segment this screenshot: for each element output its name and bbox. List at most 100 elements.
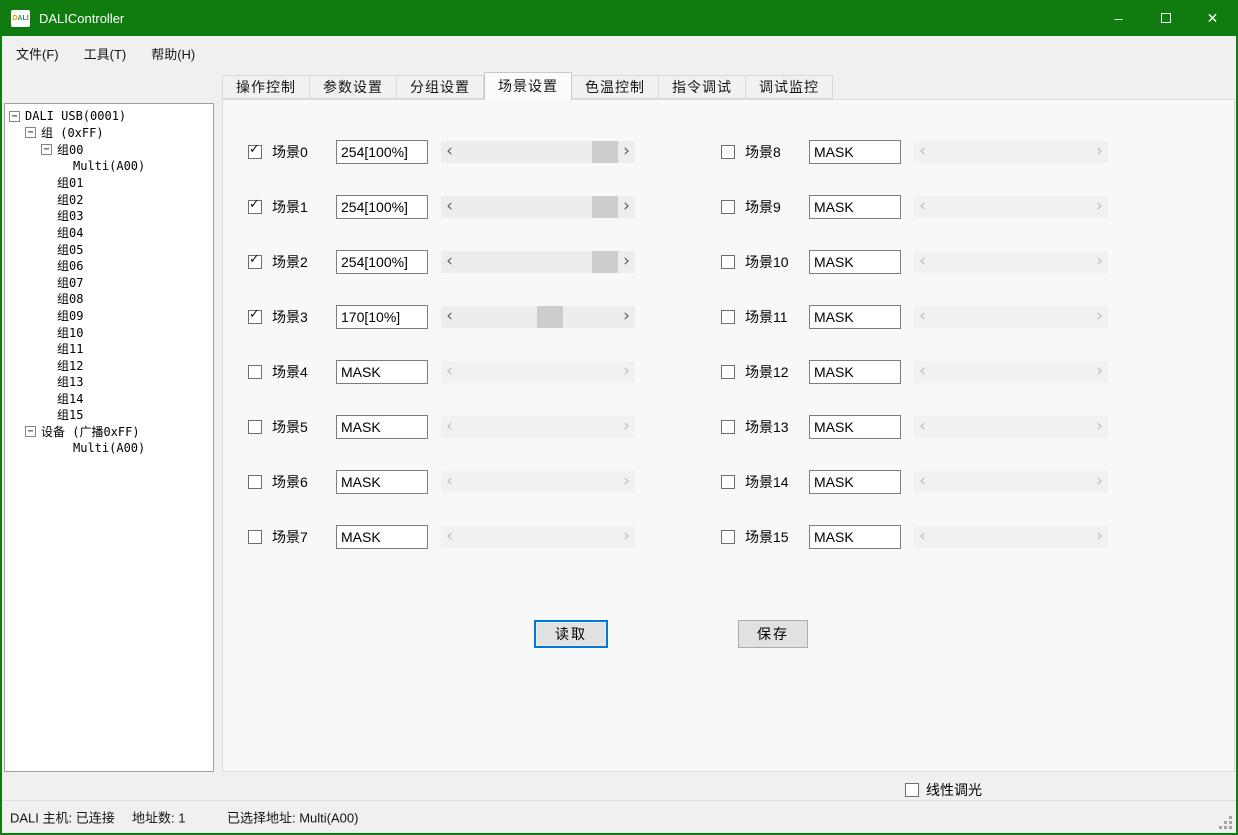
tab-6[interactable]: 指令调试 (659, 75, 746, 99)
tree-item[interactable]: 组06 (5, 257, 213, 274)
scene-checkbox[interactable] (721, 420, 735, 434)
slider-right-arrow-icon[interactable]: › (618, 141, 635, 163)
slider-left-arrow-icon[interactable]: ‹ (441, 196, 458, 218)
scene-value-input[interactable] (336, 195, 428, 219)
tree-item[interactable]: 组14 (5, 390, 213, 407)
slider-track[interactable] (931, 526, 1091, 548)
slider-right-arrow-icon[interactable]: › (618, 526, 635, 548)
slider-track[interactable] (931, 416, 1091, 438)
scene-checkbox[interactable] (721, 530, 735, 544)
tree-item[interactable]: 组01 (5, 174, 213, 191)
tree-item[interactable]: −组 (0xFF) (5, 125, 213, 142)
slider-track[interactable] (458, 196, 618, 218)
tree-collapse-icon[interactable]: − (41, 144, 52, 155)
scene-checkbox[interactable] (721, 475, 735, 489)
tree-item[interactable]: 组02 (5, 191, 213, 208)
scene-slider[interactable]: ‹› (914, 416, 1108, 438)
slider-right-arrow-icon[interactable]: › (618, 361, 635, 383)
scene-value-input[interactable] (809, 360, 901, 384)
tree-item[interactable]: Multi(A00) (5, 158, 213, 175)
slider-right-arrow-icon[interactable]: › (1091, 306, 1108, 328)
slider-right-arrow-icon[interactable]: › (1091, 526, 1108, 548)
slider-left-arrow-icon[interactable]: ‹ (914, 526, 931, 548)
menu-item[interactable]: 文件(F) (6, 39, 69, 68)
slider-left-arrow-icon[interactable]: ‹ (441, 251, 458, 273)
scene-checkbox[interactable] (248, 365, 262, 379)
slider-track[interactable] (458, 471, 618, 493)
scene-value-input[interactable] (336, 305, 428, 329)
tree-item[interactable]: 组08 (5, 291, 213, 308)
scene-checkbox[interactable] (248, 530, 262, 544)
slider-thumb[interactable] (592, 141, 618, 163)
slider-left-arrow-icon[interactable]: ‹ (441, 141, 458, 163)
slider-left-arrow-icon[interactable]: ‹ (914, 361, 931, 383)
slider-right-arrow-icon[interactable]: › (1091, 196, 1108, 218)
scene-value-input[interactable] (336, 360, 428, 384)
linear-dimming-option[interactable]: 线性调光 (905, 780, 982, 800)
tree-item[interactable]: 组11 (5, 340, 213, 357)
scene-slider[interactable]: ‹› (914, 471, 1108, 493)
menu-item[interactable]: 帮助(H) (141, 39, 205, 68)
scene-slider[interactable]: ‹› (914, 141, 1108, 163)
slider-right-arrow-icon[interactable]: › (1091, 471, 1108, 493)
slider-left-arrow-icon[interactable]: ‹ (914, 251, 931, 273)
scene-checkbox[interactable] (721, 365, 735, 379)
slider-right-arrow-icon[interactable]: › (618, 196, 635, 218)
maximize-button[interactable] (1142, 0, 1189, 36)
slider-track[interactable] (931, 471, 1091, 493)
scene-value-input[interactable] (336, 415, 428, 439)
tree-item[interactable]: Multi(A00) (5, 440, 213, 457)
tree-item[interactable]: −DALI USB(0001) (5, 108, 213, 125)
scene-checkbox[interactable]: ✓ (248, 255, 262, 269)
device-tree[interactable]: −DALI USB(0001)−组 (0xFF)−组00Multi(A00)组0… (4, 103, 214, 772)
slider-right-arrow-icon[interactable]: › (1091, 141, 1108, 163)
slider-right-arrow-icon[interactable]: › (618, 471, 635, 493)
scene-value-input[interactable] (336, 470, 428, 494)
tab-1[interactable]: 操作控制 (222, 75, 310, 99)
tree-item[interactable]: 组05 (5, 241, 213, 258)
scene-slider[interactable]: ‹› (914, 251, 1108, 273)
slider-track[interactable] (931, 361, 1091, 383)
slider-track[interactable] (458, 526, 618, 548)
slider-track[interactable] (931, 251, 1091, 273)
linear-dimming-checkbox[interactable] (905, 783, 919, 797)
scene-slider[interactable]: ‹› (441, 141, 635, 163)
tree-item[interactable]: 组13 (5, 374, 213, 391)
slider-thumb[interactable] (537, 306, 563, 328)
read-button[interactable]: 读取 (534, 620, 608, 648)
tab-7[interactable]: 调试监控 (746, 75, 833, 99)
slider-left-arrow-icon[interactable]: ‹ (914, 471, 931, 493)
save-button[interactable]: 保存 (738, 620, 808, 648)
scene-slider[interactable]: ‹› (441, 526, 635, 548)
slider-track[interactable] (458, 361, 618, 383)
scene-slider[interactable]: ‹› (441, 471, 635, 493)
tree-item[interactable]: 组07 (5, 274, 213, 291)
scene-slider[interactable]: ‹› (441, 416, 635, 438)
slider-right-arrow-icon[interactable]: › (618, 416, 635, 438)
slider-track[interactable] (458, 416, 618, 438)
scene-value-input[interactable] (336, 525, 428, 549)
slider-left-arrow-icon[interactable]: ‹ (914, 416, 931, 438)
scene-checkbox[interactable]: ✓ (248, 145, 262, 159)
tree-item[interactable]: 组04 (5, 224, 213, 241)
slider-left-arrow-icon[interactable]: ‹ (441, 361, 458, 383)
slider-left-arrow-icon[interactable]: ‹ (441, 306, 458, 328)
scene-checkbox[interactable] (248, 475, 262, 489)
scene-value-input[interactable] (809, 140, 901, 164)
slider-track[interactable] (458, 141, 618, 163)
scene-slider[interactable]: ‹› (441, 306, 635, 328)
scene-value-input[interactable] (809, 250, 901, 274)
scene-checkbox[interactable] (721, 255, 735, 269)
scene-slider[interactable]: ‹› (914, 361, 1108, 383)
tree-item[interactable]: 组10 (5, 324, 213, 341)
scene-value-input[interactable] (809, 305, 901, 329)
scene-checkbox[interactable]: ✓ (248, 200, 262, 214)
resize-grip-icon[interactable] (1219, 816, 1233, 830)
scene-value-input[interactable] (336, 250, 428, 274)
scene-slider[interactable]: ‹› (914, 196, 1108, 218)
slider-right-arrow-icon[interactable]: › (1091, 416, 1108, 438)
tab-3[interactable]: 分组设置 (397, 75, 484, 99)
slider-left-arrow-icon[interactable]: ‹ (441, 471, 458, 493)
scene-value-input[interactable] (809, 415, 901, 439)
scene-checkbox[interactable] (248, 420, 262, 434)
